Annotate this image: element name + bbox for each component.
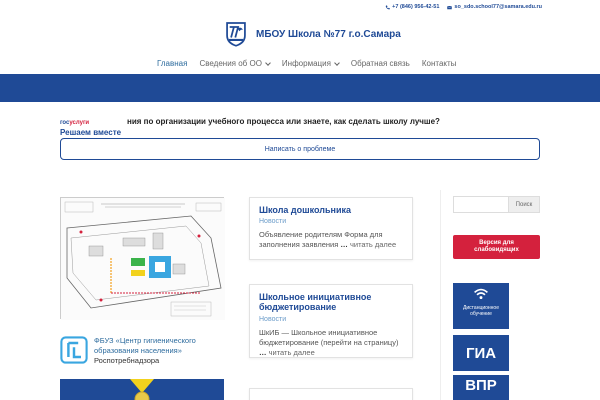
fbuz-link[interactable]: ФБУЗ «Центр гигиенического образования н… <box>60 336 218 365</box>
school-route-map[interactable] <box>60 197 225 320</box>
chevron-down-icon <box>265 59 271 66</box>
site-title: МБОУ Школа №77 г.о.Самара <box>256 28 401 40</box>
gia-tile[interactable]: ГИА <box>453 335 509 371</box>
top-contact-bar: +7 (846) 956-42-51 so_sdo.school77@samar… <box>385 4 542 10</box>
post-card-partial <box>249 388 413 400</box>
email-contact[interactable]: so_sdo.school77@samara.edu.ru <box>447 4 542 10</box>
distance-learning-tile[interactable]: Дистанционное обучение <box>453 283 509 329</box>
post-excerpt: ШкИБ — Школьное инициативное бюджетирова… <box>259 328 403 358</box>
header-banner <box>0 74 600 102</box>
post-excerpt: Объявление родителям Форма для заполнени… <box>259 230 403 250</box>
search-form: Поиск <box>453 196 540 213</box>
read-more-link[interactable]: … читать далее <box>259 348 315 357</box>
post-category[interactable]: Новости <box>259 316 403 323</box>
nav-item-contacts[interactable]: Контакты <box>422 59 457 68</box>
fbuz-title: ФБУЗ «Центр гигиенического образования н… <box>94 336 196 355</box>
post-card: Школьное инициативное бюджетирование Нов… <box>249 284 413 358</box>
post-card: Школа дошкольника Новости Объявление род… <box>249 197 413 260</box>
read-more-link[interactable]: … читать далее <box>340 240 396 249</box>
nav-item-info[interactable]: Информация <box>281 59 340 68</box>
accessibility-version-button[interactable]: Версия для слабовидящих <box>453 235 540 259</box>
medal-banner-image <box>130 379 154 400</box>
chevron-down-icon <box>334 59 340 66</box>
route-map-image <box>61 198 225 320</box>
gosuslugi-logo: госуслуги <box>60 120 89 126</box>
gosuslugi-logo-part2: услуги <box>69 120 90 126</box>
search-input[interactable] <box>453 196 509 213</box>
fbuz-subtitle: Роспотребнадзора <box>94 355 160 365</box>
read-more-label: читать далее <box>268 347 315 357</box>
envelope-icon <box>447 5 453 9</box>
main-nav: Главная Сведения об ОО Информация Обратн… <box>157 59 456 68</box>
post-category[interactable]: Новости <box>259 218 403 225</box>
gosuslugi-question: ния по организации учебного процесса или… <box>127 117 440 126</box>
fbuz-text: ФБУЗ «Центр гигиенического образования н… <box>94 336 218 365</box>
nav-item-feedback[interactable]: Обратная связь <box>351 59 410 68</box>
post-excerpt-text: ШкИБ — Школьное инициативное бюджетирова… <box>259 327 399 347</box>
nav-item-label: Сведения об ОО <box>199 59 262 68</box>
nav-item-about[interactable]: Сведения об ОО <box>199 59 271 68</box>
email-text: so_sdo.school77@samara.edu.ru <box>454 4 542 10</box>
fbuz-logo <box>60 336 88 364</box>
phone-contact[interactable]: +7 (846) 956-42-51 <box>385 4 439 10</box>
post-title[interactable]: Школьное инициативное бюджетирование <box>259 292 403 313</box>
search-button[interactable]: Поиск <box>509 196 540 213</box>
vpr-tile[interactable]: ВПР <box>453 375 509 400</box>
phone-icon <box>385 5 390 9</box>
nav-item-label: Информация <box>281 59 331 68</box>
report-problem-button[interactable]: Написать о проблеме <box>60 138 540 160</box>
site-branding[interactable]: МБОУ Школа №77 г.о.Самара <box>222 20 401 48</box>
gosuslugi-subtitle: Решаем вместе <box>60 128 122 137</box>
nav-item-home[interactable]: Главная <box>157 59 187 68</box>
nav-item-label: Обратная связь <box>350 59 410 68</box>
nav-item-label: Главная <box>157 59 188 68</box>
nav-item-label: Контакты <box>421 59 457 68</box>
gosuslugi-logo-part1: гос <box>60 120 70 126</box>
school-crest-logo <box>226 22 246 47</box>
wifi-icon <box>474 288 488 300</box>
sidebar-divider <box>440 190 441 400</box>
distance-learning-label: Дистанционное обучение <box>463 305 499 317</box>
read-more-label: читать далее <box>349 240 397 250</box>
phone-text: +7 (846) 956-42-51 <box>392 4 440 10</box>
post-title[interactable]: Школа дошкольника <box>259 205 403 215</box>
bottom-banner[interactable] <box>60 379 224 400</box>
